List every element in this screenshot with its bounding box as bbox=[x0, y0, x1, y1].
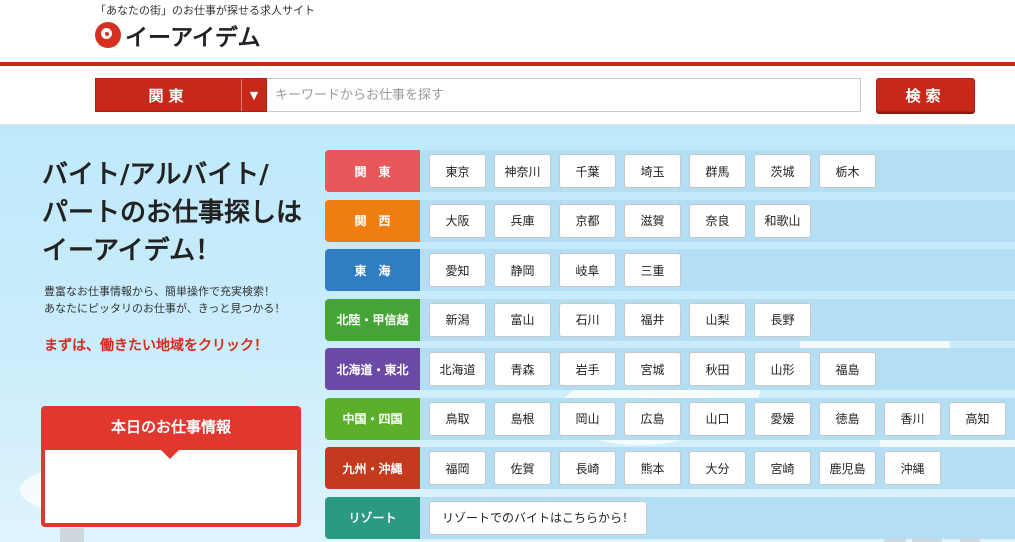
prefecture-button[interactable]: 神奈川 bbox=[494, 154, 551, 188]
prefecture-button[interactable]: 静岡 bbox=[494, 253, 551, 287]
region-label-button[interactable]: 中国・四国 bbox=[325, 397, 420, 440]
prefecture-button[interactable]: 青森 bbox=[494, 352, 551, 386]
site-logo[interactable]: イーアイデム bbox=[95, 20, 261, 51]
prefecture-button[interactable]: 香川 bbox=[884, 401, 941, 436]
prefecture-button[interactable]: 和歌山 bbox=[754, 203, 811, 238]
prefecture-list: 福岡 佐賀 長崎 熊本 大分 宮崎 鹿児島 沖縄 bbox=[429, 451, 941, 485]
region-select[interactable]: 関東 ▼ bbox=[95, 78, 267, 112]
caret-down-icon: ▼ bbox=[241, 79, 266, 111]
search-bar: 関東 ▼ 検索 bbox=[0, 66, 1015, 125]
prefecture-button[interactable]: 宮城 bbox=[624, 352, 681, 386]
prefecture-button[interactable]: 沖縄 bbox=[884, 451, 941, 485]
region-label-button[interactable]: 関 東 bbox=[325, 150, 420, 192]
region-row: 中国・四国 鳥取 島根 岡山 広島 山口 愛媛 徳島 香川 高知 bbox=[325, 397, 1015, 440]
region-row: 九州・沖縄 福岡 佐賀 長崎 熊本 大分 宮崎 鹿児島 沖縄 bbox=[325, 447, 1015, 489]
region-label-button[interactable]: 北海道・東北 bbox=[325, 348, 420, 390]
prefecture-button[interactable]: 徳島 bbox=[819, 401, 876, 436]
prefecture-button[interactable]: 石川 bbox=[559, 302, 616, 337]
hero-desc-line: あなたにピッタリのお仕事が、きっと見つかる！ bbox=[44, 302, 286, 315]
prefecture-list: 東京 神奈川 千葉 埼玉 群馬 茨城 栃木 bbox=[429, 154, 876, 188]
prefecture-button[interactable]: 茨城 bbox=[754, 154, 811, 188]
prefecture-button[interactable]: 熊本 bbox=[624, 451, 681, 485]
prefecture-button[interactable]: 佐賀 bbox=[494, 451, 551, 485]
logo-text: イーアイデム bbox=[125, 25, 261, 51]
prefecture-button[interactable]: 岩手 bbox=[559, 352, 616, 386]
prefecture-button[interactable]: 鳥取 bbox=[429, 401, 486, 436]
hero-line: イーアイデム！ bbox=[42, 236, 222, 266]
prefecture-button[interactable]: 岡山 bbox=[559, 401, 616, 436]
prefecture-button[interactable]: 滋賀 bbox=[624, 203, 681, 238]
prefecture-button[interactable]: 鹿児島 bbox=[819, 451, 876, 485]
resort-link-button[interactable]: リゾートでのバイトはこちらから！ bbox=[429, 500, 648, 535]
region-label-button[interactable]: 北陸・甲信越 bbox=[325, 298, 420, 341]
prefecture-list: 北海道 青森 岩手 宮城 秋田 山形 福島 bbox=[429, 352, 876, 386]
prefecture-button[interactable]: 山口 bbox=[689, 401, 746, 436]
site-tagline: 「あなたの街」のお仕事が探せる求人サイト bbox=[95, 4, 315, 17]
prefecture-button[interactable]: 秋田 bbox=[689, 352, 746, 386]
prefecture-button[interactable]: 愛知 bbox=[429, 253, 486, 287]
region-label-button[interactable]: 東 海 bbox=[325, 249, 420, 291]
prefecture-button[interactable]: 三重 bbox=[624, 253, 681, 287]
prefecture-button[interactable]: 千葉 bbox=[559, 154, 616, 188]
prefecture-button[interactable]: 宮崎 bbox=[754, 451, 811, 485]
prefecture-button[interactable]: 兵庫 bbox=[494, 203, 551, 238]
main-area: バイト/アルバイト/ パートのお仕事探しは イーアイデム！ 豊富なお仕事情報から… bbox=[0, 125, 1015, 542]
hero-heading: バイト/アルバイト/ パートのお仕事探しは イーアイデム！ bbox=[42, 156, 312, 270]
today-jobs-title: 本日のお仕事情報 bbox=[110, 418, 231, 436]
prefecture-list: 愛知 静岡 岐阜 三重 bbox=[429, 253, 681, 287]
prefecture-list: 新潟 富山 石川 福井 山梨 長野 bbox=[429, 302, 811, 337]
region-label-button[interactable]: 九州・沖縄 bbox=[325, 447, 420, 489]
prefecture-button[interactable]: 北海道 bbox=[429, 352, 486, 386]
prefecture-button[interactable]: 福岡 bbox=[429, 451, 486, 485]
region-row: リゾート リゾートでのバイトはこちらから！ bbox=[325, 496, 1015, 539]
prefecture-button[interactable]: 高知 bbox=[949, 401, 1006, 436]
region-cta-text: まずは、働きたい地域をクリック！ bbox=[44, 338, 268, 354]
prefecture-button[interactable]: 長崎 bbox=[559, 451, 616, 485]
prefecture-button[interactable]: 岐阜 bbox=[559, 253, 616, 287]
prefecture-button[interactable]: 山梨 bbox=[689, 302, 746, 337]
prefecture-button[interactable]: 大分 bbox=[689, 451, 746, 485]
hero-description: 豊富なお仕事情報から、簡単操作で充実検索！ あなたにピッタリのお仕事が、きっと見… bbox=[44, 283, 324, 317]
prefecture-button[interactable]: 広島 bbox=[624, 401, 681, 436]
prefecture-list: 大阪 兵庫 京都 滋賀 奈良 和歌山 bbox=[429, 203, 811, 238]
region-row: 北海道・東北 北海道 青森 岩手 宮城 秋田 山形 福島 bbox=[325, 348, 1015, 390]
prefecture-button[interactable]: 福井 bbox=[624, 302, 681, 337]
building-decoration bbox=[60, 528, 84, 542]
prefecture-list: リゾートでのバイトはこちらから！ bbox=[429, 500, 648, 535]
region-label-button[interactable]: 関 西 bbox=[325, 199, 420, 242]
prefecture-button[interactable]: 新潟 bbox=[429, 302, 486, 337]
prefecture-button[interactable]: 福島 bbox=[819, 352, 876, 386]
prefecture-button[interactable]: 島根 bbox=[494, 401, 551, 436]
prefecture-button[interactable]: 大阪 bbox=[429, 203, 486, 238]
region-label-button[interactable]: リゾート bbox=[325, 496, 420, 539]
prefecture-button[interactable]: 群馬 bbox=[689, 154, 746, 188]
hero-desc-line: 豊富なお仕事情報から、簡単操作で充実検索！ bbox=[44, 285, 275, 298]
region-row: 北陸・甲信越 新潟 富山 石川 福井 山梨 長野 bbox=[325, 298, 1015, 341]
today-jobs-panel: 本日のお仕事情報 bbox=[41, 406, 301, 527]
region-row: 関 東東京 神奈川 千葉 埼玉 群馬 茨城 栃木 bbox=[325, 150, 1015, 192]
prefecture-button[interactable]: 栃木 bbox=[819, 154, 876, 188]
prefecture-list: 鳥取 島根 岡山 広島 山口 愛媛 徳島 香川 高知 bbox=[429, 401, 1006, 436]
logo-face-icon bbox=[95, 22, 121, 48]
prefecture-button[interactable]: 愛媛 bbox=[754, 401, 811, 436]
site-header: 「あなたの街」のお仕事が探せる求人サイト イーアイデム bbox=[0, 0, 1015, 62]
prefecture-button[interactable]: 奈良 bbox=[689, 203, 746, 238]
region-row: 東 海愛知 静岡 岐阜 三重 bbox=[325, 249, 1015, 291]
prefecture-button[interactable]: 富山 bbox=[494, 302, 551, 337]
search-button[interactable]: 検索 bbox=[876, 78, 975, 112]
region-row: 関 西大阪 兵庫 京都 滋賀 奈良 和歌山 bbox=[325, 199, 1015, 242]
prefecture-button[interactable]: 京都 bbox=[559, 203, 616, 238]
hero-line: パートのお仕事探しは bbox=[42, 198, 303, 228]
today-jobs-body bbox=[45, 450, 297, 523]
prefecture-button[interactable]: 東京 bbox=[429, 154, 486, 188]
prefecture-button[interactable]: 山形 bbox=[754, 352, 811, 386]
region-select-value: 関東 bbox=[148, 86, 189, 105]
speech-notch bbox=[161, 450, 179, 459]
keyword-search-input[interactable] bbox=[267, 78, 861, 112]
prefecture-button[interactable]: 埼玉 bbox=[624, 154, 681, 188]
prefecture-button[interactable]: 長野 bbox=[754, 302, 811, 337]
hero-line: バイト/アルバイト/ bbox=[42, 160, 269, 190]
